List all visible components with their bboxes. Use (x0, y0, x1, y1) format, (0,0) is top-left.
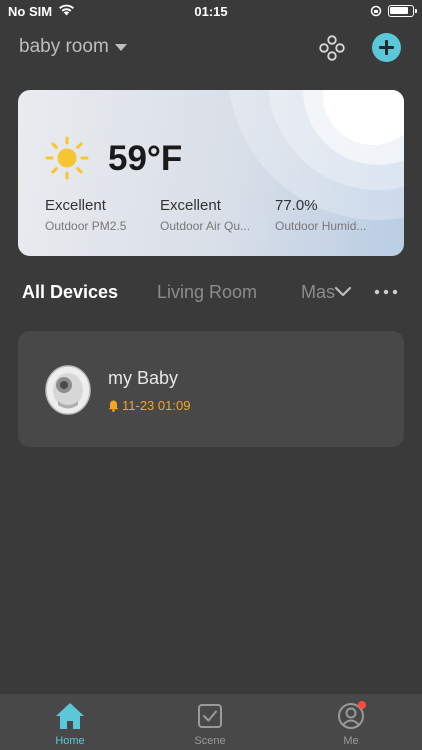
device-card[interactable]: my Baby 11-23 01:09 (18, 331, 404, 447)
caret-down-icon (114, 43, 127, 51)
clock: 01:15 (194, 4, 228, 19)
device-name: my Baby (108, 368, 179, 388)
device-group-icon[interactable] (318, 34, 346, 62)
nav-home[interactable]: Home (30, 694, 110, 750)
chevron-down-icon[interactable] (334, 286, 352, 298)
tab-living-room[interactable]: Living Room (157, 282, 257, 303)
bell-icon (108, 400, 119, 412)
home-icon (56, 703, 84, 729)
device-alert: 11-23 01:09 (108, 398, 190, 413)
orientation-lock-icon (370, 5, 382, 17)
metric-value: Excellent (45, 197, 106, 214)
sun-icon (45, 136, 89, 180)
metric-humidity: 77.0% Outdoor Humid... (275, 197, 385, 233)
nav-me[interactable]: Me (311, 694, 391, 750)
nav-scene-label: Scene (194, 735, 226, 747)
tab-master[interactable]: Mas (301, 282, 335, 303)
tab-all-devices[interactable]: All Devices (22, 282, 118, 303)
nav-me-label: Me (343, 735, 359, 747)
metric-air-quality: Excellent Outdoor Air Qu... (160, 197, 270, 233)
camera-icon (45, 365, 91, 415)
metric-label: Outdoor Air Qu... (160, 219, 251, 233)
add-device-button[interactable] (372, 33, 401, 62)
home-selector[interactable]: baby room (19, 36, 127, 58)
device-alert-time: 11-23 01:09 (122, 398, 191, 413)
more-icon[interactable] (373, 284, 399, 300)
home-name: baby room (19, 36, 109, 57)
nav-scene[interactable]: Scene (170, 694, 250, 750)
metric-label: Outdoor Humid... (275, 219, 367, 233)
metric-label: Outdoor PM2.5 (45, 219, 127, 233)
status-bar: No SIM 01:15 (0, 0, 422, 24)
battery-icon (388, 5, 417, 17)
metric-value: Excellent (160, 197, 221, 214)
outdoor-temperature: 59°F (108, 139, 183, 178)
metric-value: 77.0% (275, 197, 318, 214)
notification-badge (358, 701, 366, 709)
nav-home-label: Home (55, 735, 85, 747)
bottom-nav: Home Scene Me (0, 694, 422, 750)
metric-pm25: Excellent Outdoor PM2.5 (45, 197, 155, 233)
scene-icon (198, 704, 222, 728)
